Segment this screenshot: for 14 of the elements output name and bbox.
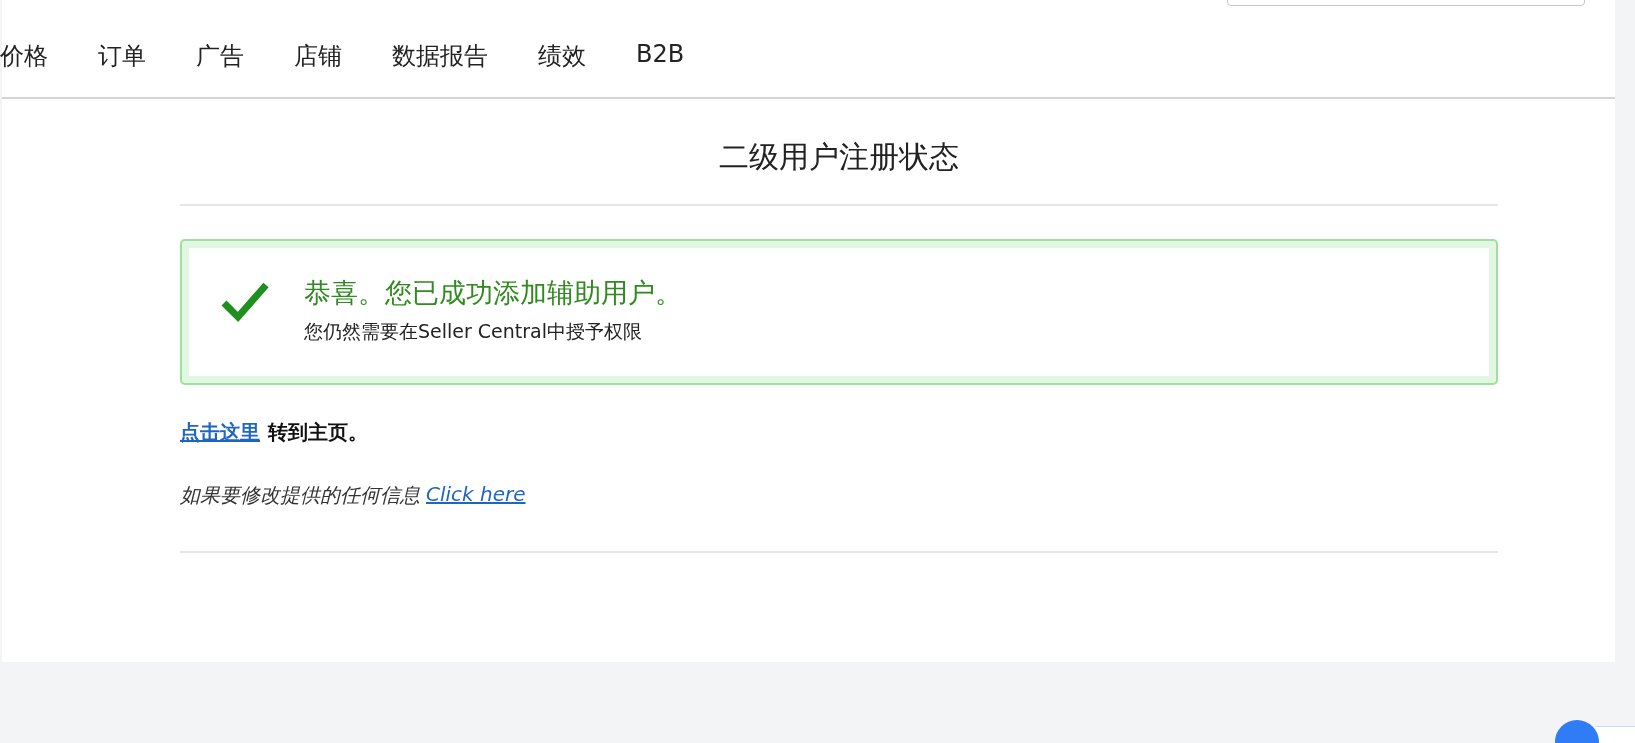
alert-heading: 恭喜。您已成功添加辅助用户。 <box>304 276 682 310</box>
nav-tab[interactable]: B2B <box>636 40 685 72</box>
page-title: 二级用户注册状态 <box>180 137 1498 206</box>
nav-tab[interactable]: 订单 <box>98 40 146 72</box>
home-link[interactable]: 点击这里 <box>180 419 260 446</box>
nav-tab[interactable]: 店铺 <box>294 40 342 72</box>
nav-tab[interactable]: 价格 <box>0 40 48 72</box>
nav-tab[interactable]: 数据报告 <box>392 40 488 72</box>
home-text: 转到主页。 <box>268 419 368 446</box>
nav-tab[interactable]: 绩效 <box>538 40 586 72</box>
alert-message: 您仍然需要在Seller Central中授予权限 <box>304 319 644 344</box>
nav-tab[interactable]: 广告 <box>196 40 244 72</box>
edit-link[interactable]: Click here <box>426 482 526 509</box>
edit-text: 如果要修改提供的任何信息 <box>180 482 420 509</box>
